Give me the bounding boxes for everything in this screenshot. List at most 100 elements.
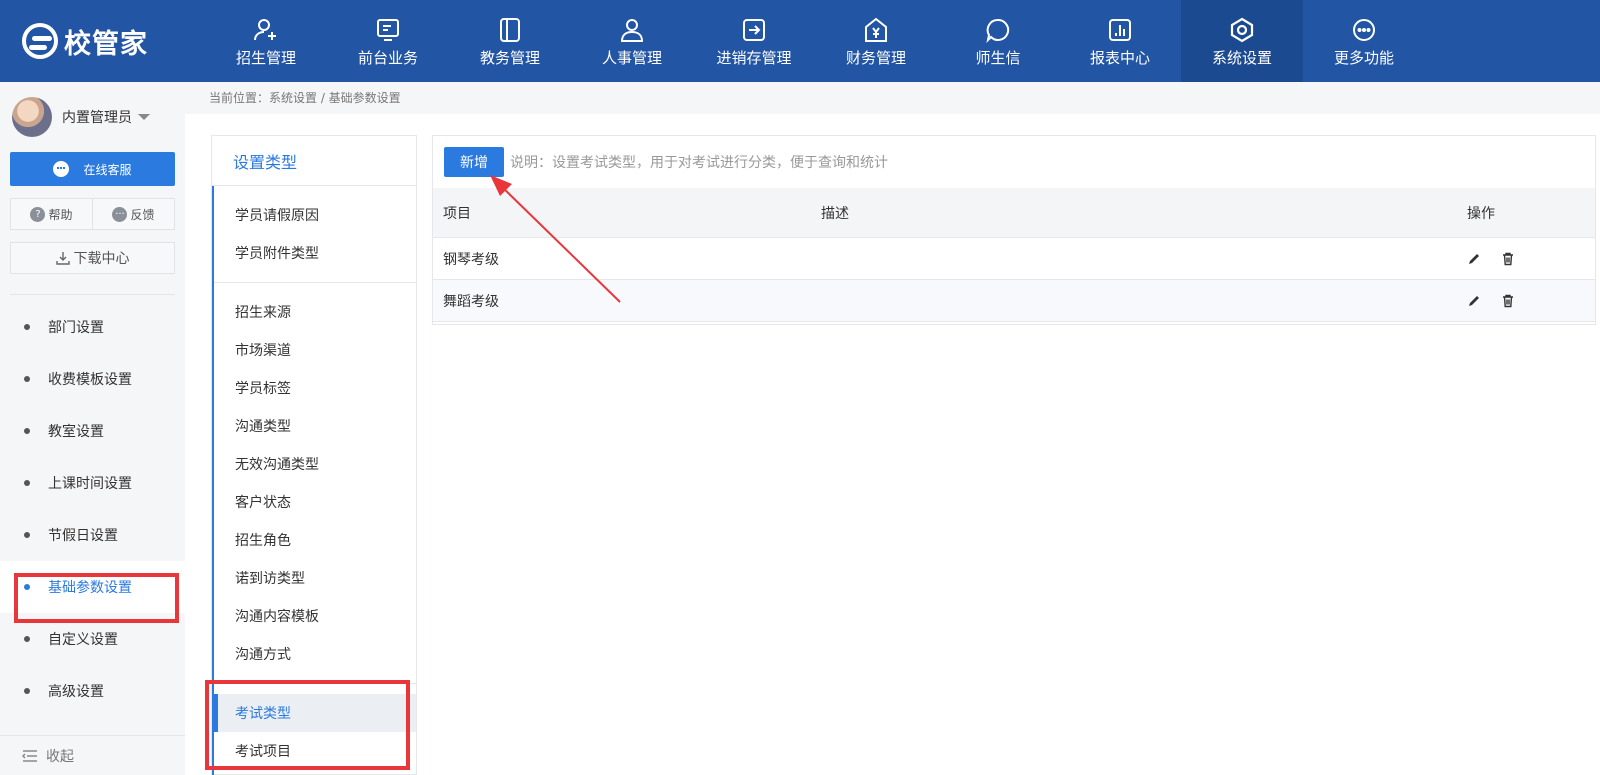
type-item-exam-type[interactable]: 考试类型	[214, 694, 416, 732]
sidebar-item-advanced[interactable]: 高级设置	[0, 665, 185, 717]
type-group: 考试类型 考试项目	[214, 683, 416, 775]
nav-label: 更多功能	[1333, 48, 1394, 67]
type-item[interactable]: 招生角色	[214, 521, 416, 559]
finance-icon	[863, 15, 889, 45]
help-label: 帮助	[48, 207, 73, 222]
sidebar-item-fee-template[interactable]: 收费模板设置	[0, 353, 185, 405]
nav-label: 招生管理	[235, 48, 296, 67]
bullet-icon	[24, 688, 30, 694]
user-add-icon	[253, 15, 279, 45]
nav-label: 系统设置	[1211, 48, 1272, 67]
download-icon	[55, 252, 70, 265]
type-item[interactable]: 诺到访类型	[214, 559, 416, 597]
online-service-label: 在线客服	[83, 162, 132, 177]
sidebar-item-label: 上课时间设置	[48, 476, 132, 492]
type-item[interactable]: 沟通类型	[214, 407, 416, 445]
sidebar-item-custom[interactable]: 自定义设置	[0, 613, 185, 665]
type-item[interactable]: 市场渠道	[214, 331, 416, 369]
main-panel: 新增 说明：设置考试类型，用于对考试进行分类，便于查询和统计 项目 描述 操作 …	[432, 135, 1596, 325]
feedback-button[interactable]: ··· 反馈	[92, 199, 174, 229]
sidebar-item-label: 高级设置	[48, 684, 104, 700]
logo-icon	[22, 23, 58, 59]
monitor-icon	[375, 15, 401, 45]
caret-down-icon[interactable]	[138, 114, 150, 120]
nav-finance[interactable]: 财务管理	[815, 0, 937, 82]
nav-more[interactable]: 更多功能	[1303, 0, 1425, 82]
nav-label: 教务管理	[479, 48, 540, 67]
sidebar-item-label: 自定义设置	[48, 632, 118, 648]
nav-label: 报表中心	[1089, 48, 1150, 67]
app-logo[interactable]: 校管家	[0, 0, 205, 82]
sidebar-collapse-button[interactable]: 收起	[0, 735, 185, 775]
table-cell: 钢琴考级	[443, 251, 499, 268]
type-item[interactable]: 学员附件类型	[214, 234, 416, 272]
nav-label: 财务管理	[845, 48, 906, 67]
divider	[10, 294, 175, 295]
book-icon	[497, 15, 523, 45]
type-item[interactable]: 沟通内容模板	[214, 597, 416, 635]
breadcrumb: 当前位置：系统设置 / 基础参数设置	[209, 91, 401, 105]
inventory-icon	[741, 15, 767, 45]
question-icon: ?	[30, 206, 46, 222]
logo-text: 校管家	[64, 28, 148, 60]
user-profile[interactable]: 内置管理员	[0, 82, 185, 152]
chat-bubble-icon	[53, 161, 70, 177]
type-item[interactable]: 学员请假原因	[214, 196, 416, 234]
column-header: 描述	[821, 205, 849, 222]
nav-label: 师生信	[975, 48, 1021, 67]
type-item[interactable]: 客户状态	[214, 483, 416, 521]
message-icon: ···	[112, 206, 128, 222]
nav-label: 前台业务	[357, 48, 418, 67]
description-note: 说明：设置考试类型，用于对考试进行分类，便于查询和统计	[510, 155, 888, 171]
help-button[interactable]: ? 帮助	[11, 199, 92, 229]
sidebar-item-basic-params[interactable]: 基础参数设置	[0, 561, 185, 613]
settings-type-panel: 设置类型 学员请假原因 学员附件类型 招生来源 市场渠道 学员标签 沟通类型 无…	[211, 135, 417, 775]
column-header: 项目	[443, 205, 471, 222]
nav-hr[interactable]: 人事管理	[571, 0, 693, 82]
type-item[interactable]: 学员标签	[214, 369, 416, 407]
feedback-label: 反馈	[130, 207, 155, 222]
report-icon	[1107, 15, 1133, 45]
row-actions	[1455, 252, 1595, 266]
add-button[interactable]: 新增	[444, 147, 504, 177]
bullet-icon	[24, 636, 30, 642]
user-name: 内置管理员	[62, 110, 132, 126]
bullet-icon	[24, 324, 30, 330]
edit-icon[interactable]	[1467, 252, 1481, 266]
chat-icon	[985, 15, 1011, 45]
type-group: 招生来源 市场渠道 学员标签 沟通类型 无效沟通类型 客户状态 招生角色 诺到访…	[214, 282, 416, 683]
sidebar-item-class-time[interactable]: 上课时间设置	[0, 457, 185, 509]
sidebar-item-holidays[interactable]: 节假日设置	[0, 509, 185, 561]
type-item[interactable]: 无效沟通类型	[214, 445, 416, 483]
online-service-button[interactable]: 在线客服	[10, 152, 175, 186]
bullet-icon	[24, 584, 30, 590]
type-item[interactable]: 招生来源	[214, 293, 416, 331]
sidebar: 内置管理员 在线客服 ? 帮助 ··· 反馈 下载中心 部门设置 收费模板设置 教室…	[0, 82, 185, 775]
edit-icon[interactable]	[1467, 294, 1481, 308]
download-center-button[interactable]: 下载中心	[10, 242, 175, 274]
sidebar-item-classroom[interactable]: 教室设置	[0, 405, 185, 457]
nav-reports[interactable]: 报表中心	[1059, 0, 1181, 82]
sidebar-item-label: 基础参数设置	[48, 580, 132, 596]
nav-messaging[interactable]: 师生信	[937, 0, 1059, 82]
table-header: 项目 描述 操作	[433, 188, 1595, 238]
nav-inventory[interactable]: 进销存管理	[693, 0, 815, 82]
collapse-label: 收起	[46, 748, 74, 765]
settings-icon	[1229, 15, 1255, 45]
type-group: 学员请假原因 学员附件类型	[214, 186, 416, 282]
type-item-exam-item[interactable]: 考试项目	[214, 732, 416, 770]
delete-icon[interactable]	[1501, 294, 1515, 308]
type-item[interactable]: 沟通方式	[214, 635, 416, 673]
more-icon	[1351, 15, 1377, 45]
nav-enrollment[interactable]: 招生管理	[205, 0, 327, 82]
menu-collapse-icon	[22, 749, 37, 762]
nav-system-settings[interactable]: 系统设置	[1181, 0, 1303, 82]
delete-icon[interactable]	[1501, 252, 1515, 266]
column-header: 操作	[1467, 205, 1495, 222]
nav-front-desk[interactable]: 前台业务	[327, 0, 449, 82]
sidebar-item-department[interactable]: 部门设置	[0, 301, 185, 353]
help-feedback-row: ? 帮助 ··· 反馈	[10, 198, 175, 230]
nav-academic[interactable]: 教务管理	[449, 0, 571, 82]
sidebar-item-label: 部门设置	[48, 320, 104, 336]
sidebar-item-label: 收费模板设置	[48, 372, 132, 388]
